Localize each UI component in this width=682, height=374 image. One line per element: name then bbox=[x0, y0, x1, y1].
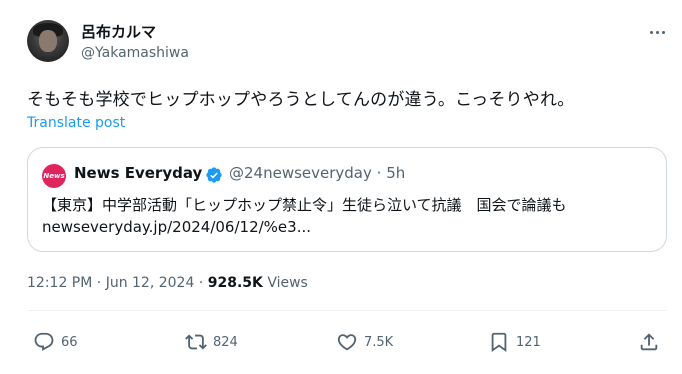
like-button[interactable]: 7.5K bbox=[336, 330, 393, 354]
views-label: Views bbox=[267, 275, 308, 291]
repost-button[interactable]: 824 bbox=[185, 330, 238, 354]
more-options-icon[interactable] bbox=[646, 22, 668, 42]
bookmark-button[interactable]: 121 bbox=[488, 330, 541, 354]
avatar-face bbox=[39, 30, 57, 52]
author-handle[interactable]: @Yakamashiwa bbox=[81, 45, 189, 61]
post-date[interactable]: Jun 12, 2024 bbox=[106, 275, 195, 291]
quoted-post-card[interactable]: News News Everyday @24newseveryday · 5h … bbox=[27, 147, 667, 252]
quoted-author-handle[interactable]: @24newseveryday bbox=[229, 164, 372, 182]
heart-icon bbox=[337, 334, 357, 351]
author-avatar[interactable] bbox=[27, 20, 69, 62]
like-count: 7.5K bbox=[364, 334, 394, 350]
news-logo-avatar[interactable]: News bbox=[42, 164, 66, 188]
share-icon bbox=[640, 333, 658, 351]
share-button[interactable] bbox=[638, 330, 660, 354]
repost-icon bbox=[185, 334, 207, 350]
translate-post-link[interactable]: Translate post bbox=[27, 115, 125, 131]
quoted-author-meta: @24newseveryday · 5h bbox=[229, 164, 406, 182]
bookmark-count: 121 bbox=[516, 334, 541, 350]
post-timestamp: 12:12 PM · Jun 12, 2024 · 928.5K Views bbox=[27, 275, 308, 291]
tweet-text: そもそも学校でヒップホップやろうとしてんのが違う。こっそりやれ。 bbox=[27, 90, 575, 110]
quoted-post-headline: 【東京】中学部活動「ヒップホップ禁止令」生徒ら泣いて抗議 国会で論議も bbox=[42, 196, 567, 214]
quoted-author-name[interactable]: News Everyday bbox=[74, 164, 202, 182]
bookmark-icon bbox=[491, 332, 507, 353]
repost-count: 824 bbox=[213, 334, 238, 350]
reply-count: 66 bbox=[61, 334, 78, 350]
reply-button[interactable]: 66 bbox=[33, 330, 78, 354]
post-time[interactable]: 12:12 PM bbox=[27, 275, 92, 291]
views-count: 928.5K bbox=[207, 275, 263, 291]
quoted-post-link[interactable]: newseveryday.jp/2024/06/12/%e3... bbox=[42, 218, 311, 236]
author-display-name[interactable]: 呂布カルマ bbox=[81, 21, 156, 42]
reply-icon bbox=[34, 332, 54, 351]
verified-badge-icon bbox=[206, 167, 222, 183]
quoted-post-time[interactable]: 5h bbox=[386, 164, 405, 182]
divider bbox=[27, 310, 667, 311]
